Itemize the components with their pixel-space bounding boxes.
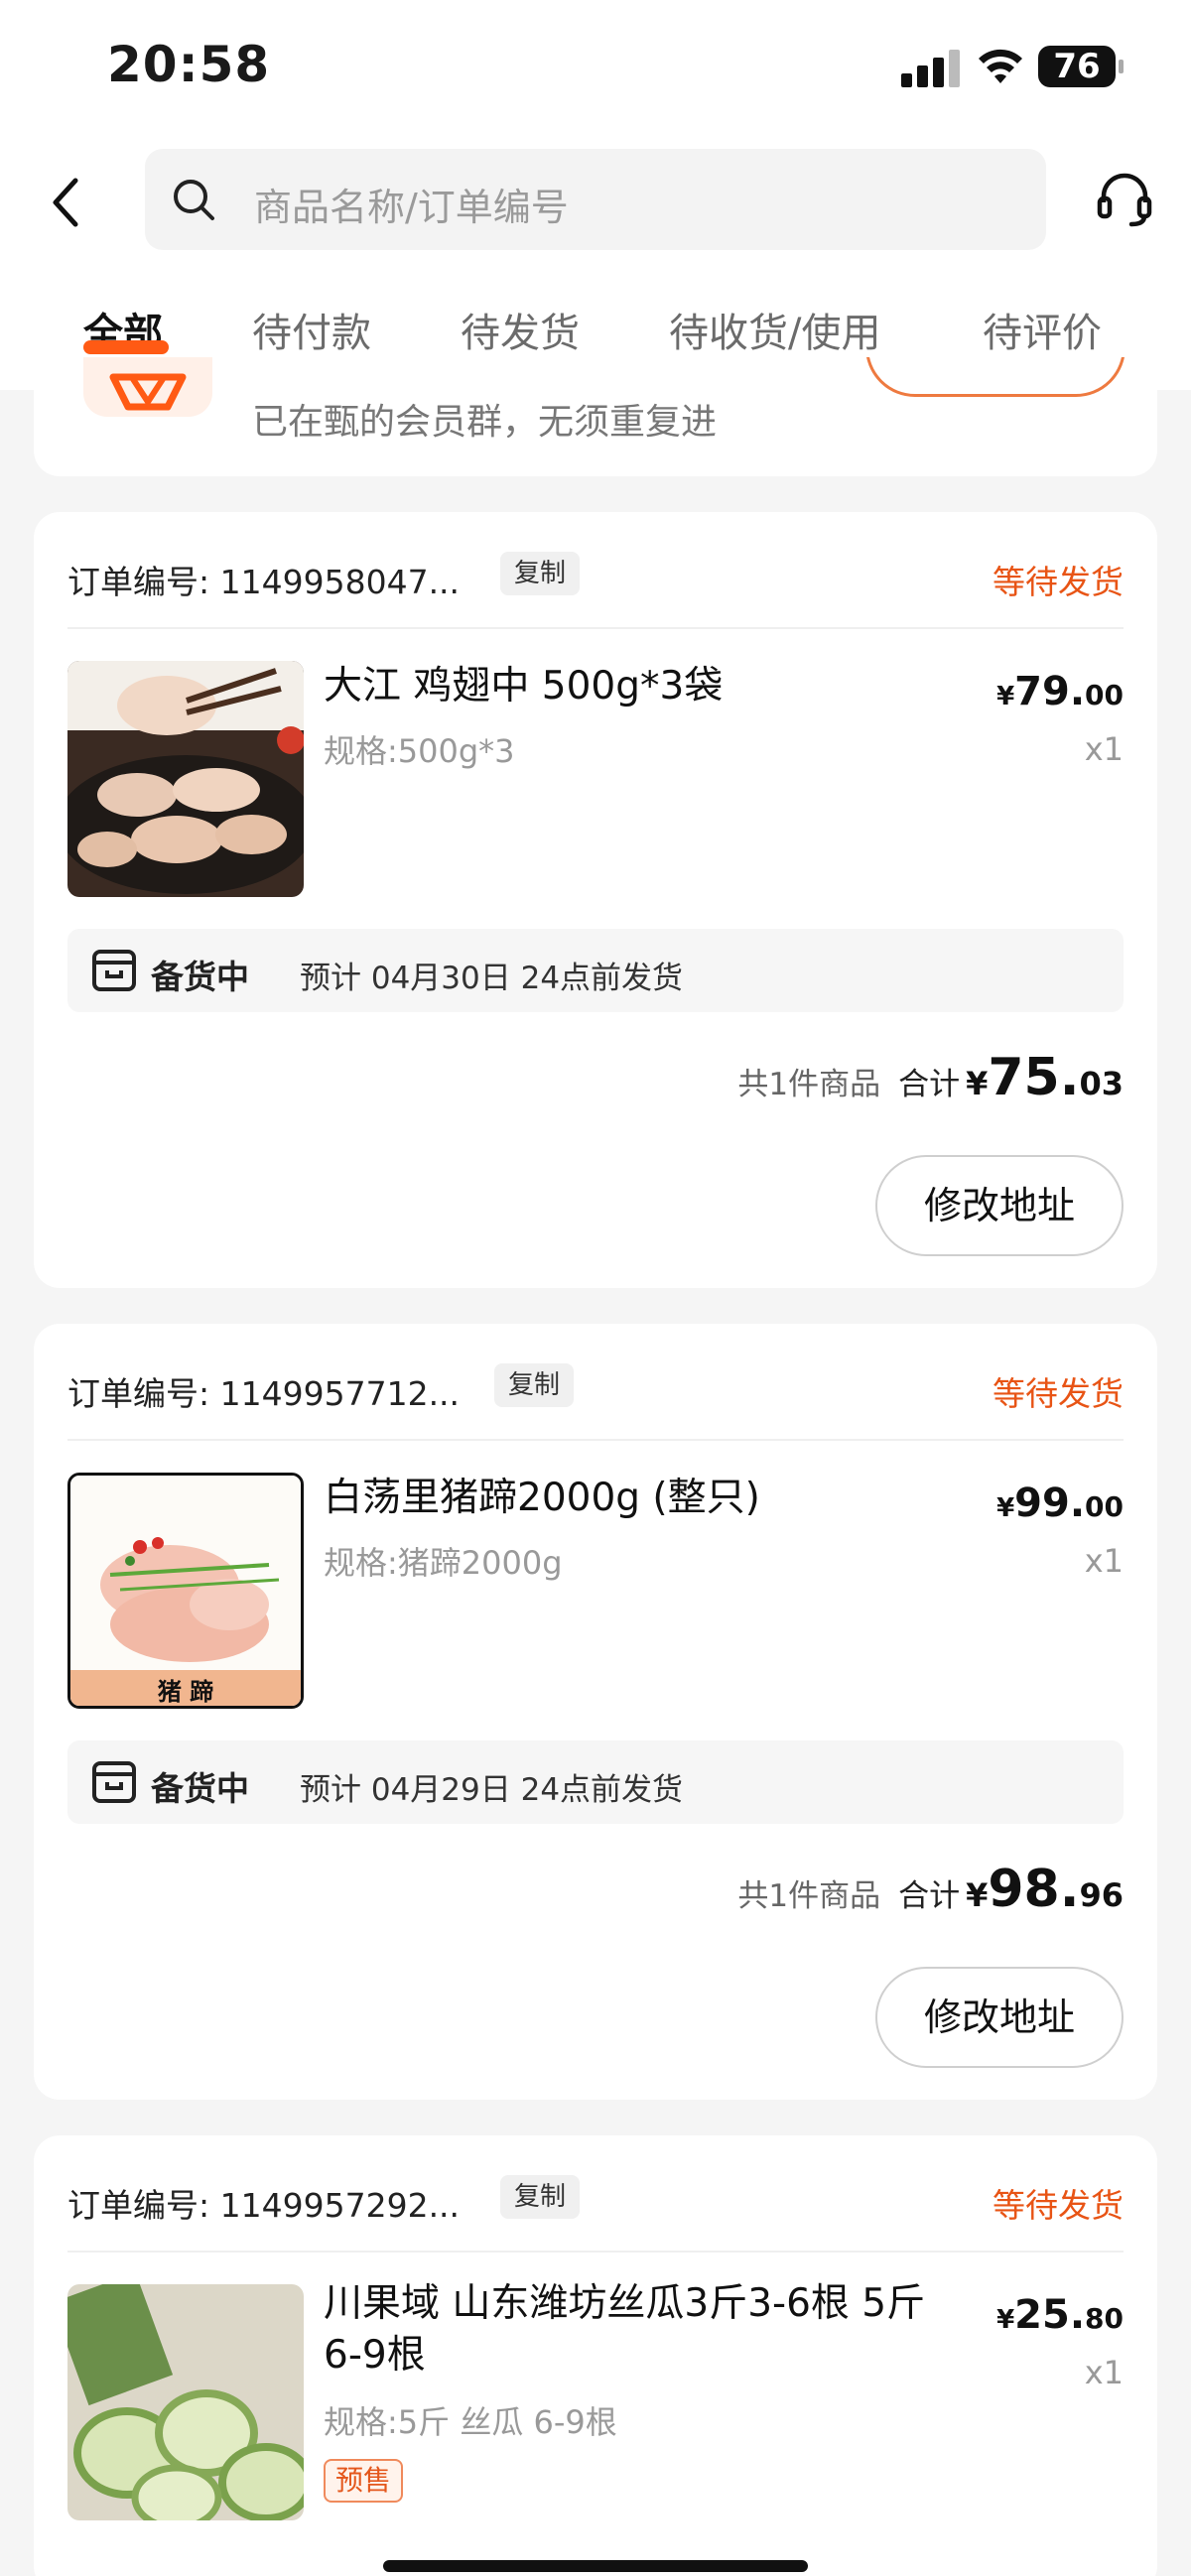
tab-pending-review[interactable]: 待评价 — [983, 301, 1102, 358]
product-title[interactable]: 大江 鸡翅中 500g*3袋 — [324, 661, 959, 712]
tab-pending-shipment[interactable]: 待发货 — [461, 301, 580, 358]
product-price: ¥25.80 — [996, 2292, 1124, 2338]
divider — [67, 1439, 1124, 1441]
copy-button[interactable]: 复制 — [500, 552, 581, 595]
order-header: 订单编号: 1149957712... 复制 等待发货 — [67, 1359, 1124, 1419]
cellular-signal-icon — [901, 50, 961, 87]
shipping-state: 备货中 — [151, 1769, 249, 1808]
battery-indicator: 76 — [1038, 46, 1124, 87]
order-status: 等待发货 — [992, 563, 1124, 601]
divider — [67, 627, 1124, 629]
package-icon — [92, 950, 136, 991]
back-arrow-icon[interactable] — [42, 175, 93, 230]
home-indicator[interactable] — [383, 2560, 808, 2572]
product-price: ¥79.00 — [996, 669, 1124, 714]
status-bar: 20:58 76 — [0, 0, 1191, 139]
item-count: 共1件商品 — [737, 1878, 881, 1914]
order-number: 订单编号: 1149957712... — [67, 1374, 461, 1413]
product-title[interactable]: 白荡里猪蹄2000g (整只) — [324, 1473, 959, 1524]
order-card: 订单编号: 1149957292... 复制 等待发货 川果域 山东潍坊丝瓜3斤… — [34, 2135, 1157, 2576]
wifi-icon — [979, 49, 1022, 83]
order-status: 等待发货 — [992, 2186, 1124, 2225]
product-spec: 规格:5斤 丝瓜 6-9根 — [324, 2403, 617, 2441]
package-icon — [92, 1761, 136, 1803]
product-image[interactable] — [67, 2284, 304, 2520]
search-input[interactable]: 商品名称/订单编号 — [145, 149, 1046, 250]
order-header: 订单编号: 1149957292... 复制 等待发货 — [67, 2171, 1124, 2231]
tab-pending-receipt[interactable]: 待收货/使用 — [669, 301, 880, 358]
shipping-status-box: 备货中 预计 04月29日 24点前发货 — [67, 1740, 1124, 1824]
modify-address-button[interactable]: 修改地址 — [875, 1155, 1124, 1256]
product-price: ¥99.00 — [996, 1481, 1124, 1526]
tab-pending-payment[interactable]: 待付款 — [252, 301, 371, 358]
member-group-text: 已在甄的会员群，无须重复进 — [252, 402, 718, 443]
product-quantity: x1 — [1084, 2354, 1124, 2391]
search-placeholder: 商品名称/订单编号 — [254, 186, 569, 229]
product-image[interactable]: 猪 蹄 — [67, 1473, 304, 1709]
order-number: 订单编号: 1149957292... — [67, 2186, 461, 2225]
product-quantity: x1 — [1084, 730, 1124, 768]
product-title[interactable]: 川果域 山东潍坊丝瓜3斤3-6根 5斤 6-9根 — [324, 2278, 959, 2382]
shipping-eta: 预计 04月30日 24点前发货 — [300, 961, 684, 996]
product-image[interactable] — [67, 661, 304, 897]
order-card: 订单编号: 1149958047... 复制 等待发货 大江 鸡翅中 500g*… — [34, 512, 1157, 1288]
product-image-caption: 猪 蹄 — [157, 1678, 214, 1706]
order-summary: 共1件商品 合计 ¥75.03 — [737, 1048, 1124, 1107]
member-group-button[interactable] — [865, 357, 1125, 397]
order-summary: 共1件商品 合计 ¥98.96 — [737, 1860, 1124, 1919]
copy-button[interactable]: 复制 — [494, 1363, 575, 1407]
order-total: ¥75.03 — [966, 1048, 1124, 1107]
order-status: 等待发货 — [992, 1374, 1124, 1413]
member-group-logo — [83, 357, 212, 417]
shipping-status-box: 备货中 预计 04月30日 24点前发货 — [67, 929, 1124, 1012]
shipping-state: 备货中 — [151, 958, 249, 996]
presale-tag: 预售 — [324, 2459, 404, 2503]
order-header: 订单编号: 1149958047... 复制 等待发货 — [67, 548, 1124, 607]
modify-address-button[interactable]: 修改地址 — [875, 1967, 1124, 2068]
clock: 20:58 — [107, 36, 271, 93]
active-tab-indicator — [83, 340, 169, 354]
item-count: 共1件商品 — [737, 1067, 881, 1102]
customer-service-icon[interactable] — [1096, 169, 1153, 230]
order-number: 订单编号: 1149958047... — [67, 563, 461, 601]
order-card: 订单编号: 1149957712... 复制 等待发货 猪 蹄 白荡里猪蹄200… — [34, 1324, 1157, 2100]
total-label: 合计 — [898, 1067, 961, 1102]
search-icon — [174, 180, 214, 220]
product-quantity: x1 — [1084, 1542, 1124, 1580]
product-spec: 规格:猪蹄2000g — [324, 1544, 563, 1582]
copy-button[interactable]: 复制 — [500, 2175, 581, 2219]
total-label: 合计 — [898, 1878, 961, 1914]
product-spec: 规格:500g*3 — [324, 732, 515, 770]
shipping-eta: 预计 04月29日 24点前发货 — [300, 1772, 684, 1808]
member-group-card: 已在甄的会员群，无须重复进 — [34, 357, 1157, 476]
divider — [67, 2251, 1124, 2253]
header: 商品名称/订单编号 — [0, 139, 1191, 263]
order-total: ¥98.96 — [966, 1860, 1124, 1919]
